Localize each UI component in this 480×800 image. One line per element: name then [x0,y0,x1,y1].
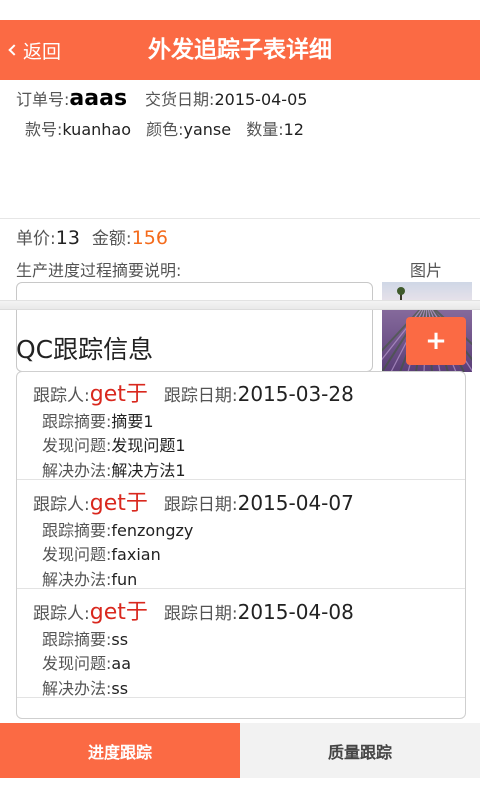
summary-label: 跟踪摘要: [42,521,112,540]
tab-progress-tracking[interactable]: 进度跟踪 [0,723,240,778]
price-value: 13 [55,227,80,249]
issue-value: 发现问题1 [111,436,186,455]
qty-label: 数量: [246,120,284,139]
qc-list[interactable]: 跟踪人: get于 跟踪日期: 2015-03-28 跟踪摘要:摘要1 发现问题… [16,371,466,719]
track-date-label: 跟踪日期: [163,604,238,624]
track-date-value: 2015-03-28 [237,382,354,406]
tracker-label: 跟踪人: [33,604,90,624]
qc-list-item[interactable]: 跟踪人: get于 跟踪日期: 2015-04-07 跟踪摘要:fenzongz… [17,481,465,589]
order-no-value: aaas [69,86,128,111]
title-bar: 返回 外发追踪子表详细 [0,20,480,80]
page-title: 外发追踪子表详细 [148,37,332,63]
amount-label: 金额: [91,229,132,249]
order-no-label: 订单号: [16,90,70,109]
tab-quality-tracking[interactable]: 质量跟踪 [240,723,480,778]
track-date-value: 2015-04-08 [237,600,354,624]
tracker-value: get于 [89,382,148,407]
summary-value: 摘要1 [111,412,154,431]
summary-value: fenzongzy [111,521,194,540]
style-label: 款号: [25,120,63,139]
delivery-date-label: 交货日期: [145,90,215,109]
issue-label: 发现问题: [42,436,112,455]
solution-value: ss [111,679,129,698]
qc-list-item[interactable]: 跟踪人: get于 跟踪日期: 2015-04-08 跟踪摘要:ss 发现问题:… [17,590,465,698]
solution-label: 解决办法: [42,570,112,589]
bottom-spacer [0,778,480,800]
issue-label: 发现问题: [42,654,112,673]
price-row: 单价: 13 金额: 156 [16,224,168,249]
section-divider [0,300,480,310]
issue-value: aa [111,654,132,673]
summary-value: ss [111,630,129,649]
tracker-label: 跟踪人: [33,386,90,406]
amount-value: 156 [131,227,168,249]
delivery-date-value: 2015-04-05 [214,90,308,109]
solution-label: 解决办法: [42,679,112,698]
summary-label: 跟踪摘要: [42,412,112,431]
style-row: 款号:kuanhao 颜色:yanse 数量:12 [25,116,304,140]
divider-line [0,218,480,219]
color-label: 颜色: [146,120,184,139]
issue-label: 发现问题: [42,545,112,564]
qc-section-title: QC跟踪信息 [16,335,154,364]
track-date-label: 跟踪日期: [163,386,238,406]
solution-label: 解决办法: [42,461,112,480]
status-bar [0,0,480,20]
progress-summary-label: 生产进度过程摘要说明: [16,261,182,280]
bottom-tab-bar: 进度跟踪 质量跟踪 [0,723,480,778]
price-label: 单价: [16,229,56,249]
track-date-label: 跟踪日期: [163,495,238,515]
tracker-value: get于 [89,600,148,625]
issue-value: faxian [111,545,161,564]
picture-label: 图片 [410,261,443,280]
qc-list-item[interactable]: 跟踪人: get于 跟踪日期: 2015-03-28 跟踪摘要:摘要1 发现问题… [17,372,465,480]
track-date-value: 2015-04-07 [237,491,354,515]
order-row: 订单号: aaas 交货日期: 2015-04-05 [16,86,307,111]
solution-value: fun [111,570,138,589]
solution-value: 解决方法1 [111,461,186,480]
summary-label: 跟踪摘要: [42,630,112,649]
qty-value: 12 [283,120,304,139]
style-value: kuanhao [62,120,131,139]
plus-icon: + [425,326,447,356]
tracker-label: 跟踪人: [33,495,90,515]
tracker-value: get于 [89,491,148,516]
add-qc-button[interactable]: + [406,317,466,365]
color-value: yanse [183,120,232,139]
